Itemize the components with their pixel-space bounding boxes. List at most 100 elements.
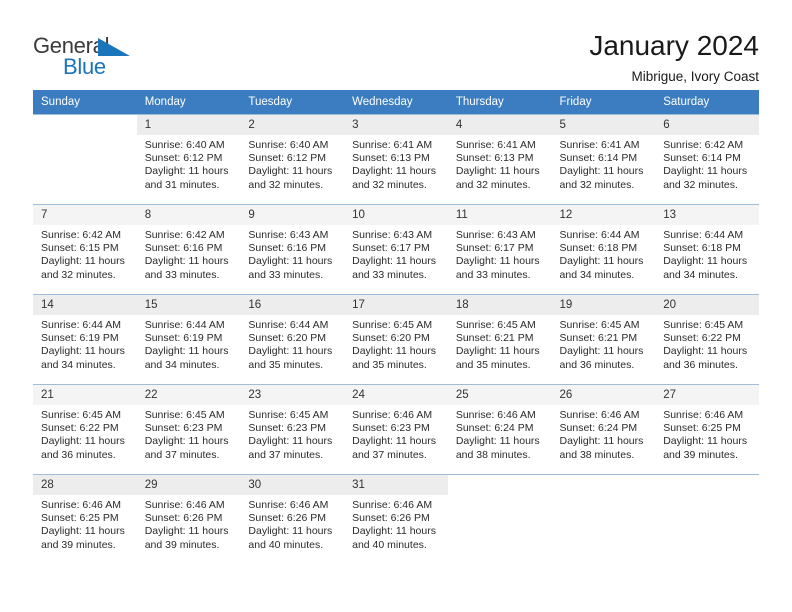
calendar-day-cell[interactable]: 30 Sunrise: 6:46 AM Sunset: 6:26 PM Dayligh… bbox=[240, 474, 345, 565]
calendar-day-cell[interactable]: 18 Sunrise: 6:45 AM Sunset: 6:21 PM Dayligh… bbox=[447, 294, 552, 385]
day-number: 25 bbox=[447, 385, 552, 405]
detail-line-sunrise: Sunrise: 6:45 AM bbox=[663, 319, 744, 331]
detail-line-sunset: Sunset: 6:16 PM bbox=[144, 242, 223, 255]
day-sun-details: Sunrise: 6:45 AM Sunset: 6:23 PM Daylight:… bbox=[240, 405, 344, 462]
day-cell-content: 8 Sunrise: 6:42 AM Sunset: 6:16 PM Daylight… bbox=[136, 205, 241, 294]
day-sun-details: Sunrise: 6:44 AM Sunset: 6:20 PM Daylight:… bbox=[240, 315, 344, 372]
day-sun-details: Sunrise: 6:42 AM Sunset: 6:16 PM Daylight:… bbox=[137, 225, 241, 282]
calendar-day-cell[interactable]: 31 Sunrise: 6:46 AM Sunset: 6:26 PM Dayligh… bbox=[344, 474, 448, 565]
day-sun-details: Sunrise: 6:41 AM Sunset: 6:14 PM Daylight:… bbox=[552, 135, 656, 192]
calendar-page: General Blue January 2024 Mibrigue, Ivor… bbox=[0, 0, 792, 612]
calendar-day-cell[interactable]: 26 Sunrise: 6:46 AM Sunset: 6:24 PM Dayligh… bbox=[551, 384, 656, 475]
detail-line-daylight2: and 37 minutes. bbox=[352, 448, 427, 461]
day-sun-details: Sunrise: 6:42 AM Sunset: 6:14 PM Daylight:… bbox=[655, 135, 759, 192]
detail-line-daylight1: Daylight: 11 hours bbox=[455, 165, 540, 178]
detail-line-sunset: Sunset: 6:19 PM bbox=[41, 332, 119, 345]
day-number: 1 bbox=[136, 115, 241, 135]
calendar-day-cell[interactable]: 6 Sunrise: 6:42 AM Sunset: 6:14 PM Daylight… bbox=[655, 114, 759, 205]
calendar-week-row: 1 Sunrise: 6:40 AM Sunset: 6:12 PM Daylight… bbox=[33, 114, 759, 205]
general-blue-logo[interactable]: General Blue bbox=[33, 28, 153, 78]
calendar-day-cell[interactable]: 9 Sunrise: 6:43 AM Sunset: 6:16 PM Daylight… bbox=[240, 204, 345, 295]
calendar-day-cell[interactable]: 23 Sunrise: 6:45 AM Sunset: 6:23 PM Dayligh… bbox=[240, 384, 345, 475]
calendar-day-cell[interactable]: 25 Sunrise: 6:46 AM Sunset: 6:24 PM Dayligh… bbox=[447, 384, 552, 475]
calendar-day-cell[interactable]: 15 Sunrise: 6:44 AM Sunset: 6:19 PM Dayligh… bbox=[136, 294, 241, 385]
detail-line-sunrise: Sunrise: 6:42 AM bbox=[663, 139, 744, 151]
calendar-day-cell[interactable]: 29 Sunrise: 6:46 AM Sunset: 6:26 PM Dayligh… bbox=[136, 474, 241, 565]
calendar-day-cell[interactable]: 14 Sunrise: 6:44 AM Sunset: 6:19 PM Dayligh… bbox=[33, 294, 137, 385]
detail-line-sunrise: Sunrise: 6:44 AM bbox=[248, 319, 329, 331]
calendar-day-cell[interactable]: 13 Sunrise: 6:44 AM Sunset: 6:18 PM Dayligh… bbox=[655, 204, 759, 295]
day-sun-details: Sunrise: 6:45 AM Sunset: 6:23 PM Daylight:… bbox=[137, 405, 241, 462]
detail-line-daylight1: Daylight: 11 hours bbox=[41, 345, 125, 358]
day-sun-details: Sunrise: 6:44 AM Sunset: 6:18 PM Daylight:… bbox=[552, 225, 656, 282]
detail-line-daylight2: and 32 minutes. bbox=[559, 178, 635, 191]
detail-line-sunrise: Sunrise: 6:44 AM bbox=[559, 229, 640, 241]
calendar-day-cell[interactable]: 4 Sunrise: 6:41 AM Sunset: 6:13 PM Daylight… bbox=[447, 114, 552, 205]
detail-line-daylight1: Daylight: 11 hours bbox=[559, 435, 644, 448]
detail-line-daylight1: Daylight: 11 hours bbox=[352, 255, 436, 268]
day-sun-details: Sunrise: 6:45 AM Sunset: 6:21 PM Daylight:… bbox=[552, 315, 656, 372]
detail-line-sunrise: Sunrise: 6:42 AM bbox=[41, 229, 121, 241]
detail-line-daylight2: and 34 minutes. bbox=[663, 268, 738, 281]
detail-line-sunset: Sunset: 6:18 PM bbox=[559, 242, 638, 255]
calendar-day-cell[interactable]: 17 Sunrise: 6:45 AM Sunset: 6:20 PM Dayligh… bbox=[344, 294, 448, 385]
calendar-day-cell[interactable]: 20 Sunrise: 6:45 AM Sunset: 6:22 PM Dayligh… bbox=[655, 294, 759, 385]
weekday-header-monday: Monday bbox=[136, 90, 241, 115]
day-sun-details: Sunrise: 6:46 AM Sunset: 6:26 PM Daylight:… bbox=[344, 495, 448, 552]
detail-line-daylight2: and 37 minutes. bbox=[248, 448, 324, 461]
day-sun-details: Sunrise: 6:45 AM Sunset: 6:20 PM Daylight:… bbox=[344, 315, 448, 372]
empty-cell-placeholder bbox=[448, 475, 552, 565]
detail-line-daylight1: Daylight: 11 hours bbox=[455, 435, 540, 448]
detail-line-daylight2: and 34 minutes. bbox=[41, 358, 116, 371]
calendar-day-cell[interactable]: 2 Sunrise: 6:40 AM Sunset: 6:12 PM Daylight… bbox=[240, 114, 345, 205]
calendar-day-cell[interactable]: 21 Sunrise: 6:45 AM Sunset: 6:22 PM Dayligh… bbox=[33, 384, 137, 475]
day-sun-details: Sunrise: 6:41 AM Sunset: 6:13 PM Daylight:… bbox=[448, 135, 552, 192]
calendar-day-cell[interactable]: 27 Sunrise: 6:46 AM Sunset: 6:25 PM Dayligh… bbox=[655, 384, 759, 475]
detail-line-sunset: Sunset: 6:20 PM bbox=[352, 332, 430, 345]
detail-line-daylight2: and 32 minutes. bbox=[663, 178, 738, 191]
detail-line-daylight2: and 32 minutes. bbox=[41, 268, 116, 281]
day-cell-content: 26 Sunrise: 6:46 AM Sunset: 6:24 PM Dayligh… bbox=[551, 385, 656, 474]
day-number: 8 bbox=[136, 205, 241, 225]
detail-line-daylight1: Daylight: 11 hours bbox=[663, 165, 748, 178]
calendar-day-cell[interactable]: 19 Sunrise: 6:45 AM Sunset: 6:21 PM Dayligh… bbox=[551, 294, 656, 385]
detail-line-daylight1: Daylight: 11 hours bbox=[41, 525, 125, 538]
detail-line-daylight1: Daylight: 11 hours bbox=[248, 255, 333, 268]
calendar-day-cell[interactable]: 3 Sunrise: 6:41 AM Sunset: 6:13 PM Daylight… bbox=[344, 114, 448, 205]
detail-line-daylight2: and 39 minutes. bbox=[663, 448, 738, 461]
day-sun-details: Sunrise: 6:41 AM Sunset: 6:13 PM Daylight:… bbox=[344, 135, 448, 192]
day-sun-details: Sunrise: 6:46 AM Sunset: 6:26 PM Daylight:… bbox=[137, 495, 241, 552]
detail-line-sunrise: Sunrise: 6:45 AM bbox=[559, 319, 640, 331]
calendar-day-cell[interactable]: 16 Sunrise: 6:44 AM Sunset: 6:20 PM Dayligh… bbox=[240, 294, 345, 385]
day-number: 16 bbox=[240, 295, 345, 315]
day-number: 23 bbox=[240, 385, 345, 405]
day-cell-content: 25 Sunrise: 6:46 AM Sunset: 6:24 PM Dayligh… bbox=[447, 385, 552, 474]
detail-line-sunset: Sunset: 6:25 PM bbox=[663, 422, 741, 435]
detail-line-daylight2: and 34 minutes. bbox=[559, 268, 635, 281]
calendar-day-cell[interactable]: 28 Sunrise: 6:46 AM Sunset: 6:25 PM Dayligh… bbox=[33, 474, 137, 565]
calendar-day-cell[interactable]: 24 Sunrise: 6:46 AM Sunset: 6:23 PM Dayligh… bbox=[344, 384, 448, 475]
day-number: 13 bbox=[655, 205, 759, 225]
day-cell-content: 6 Sunrise: 6:42 AM Sunset: 6:14 PM Daylight… bbox=[655, 115, 759, 204]
calendar-day-cell[interactable]: 11 Sunrise: 6:43 AM Sunset: 6:17 PM Dayligh… bbox=[447, 204, 552, 295]
day-cell-content: 18 Sunrise: 6:45 AM Sunset: 6:21 PM Dayligh… bbox=[447, 295, 552, 384]
calendar-week-row: 7 Sunrise: 6:42 AM Sunset: 6:15 PM Daylight… bbox=[33, 204, 759, 295]
calendar-day-cell[interactable]: 8 Sunrise: 6:42 AM Sunset: 6:16 PM Daylight… bbox=[136, 204, 241, 295]
calendar-day-cell[interactable]: 22 Sunrise: 6:45 AM Sunset: 6:23 PM Dayligh… bbox=[136, 384, 241, 475]
day-number: 26 bbox=[551, 385, 656, 405]
day-number: 20 bbox=[655, 295, 759, 315]
detail-line-daylight2: and 35 minutes. bbox=[352, 358, 427, 371]
calendar-day-cell[interactable]: 12 Sunrise: 6:44 AM Sunset: 6:18 PM Dayligh… bbox=[551, 204, 656, 295]
calendar-day-cell[interactable]: 10 Sunrise: 6:43 AM Sunset: 6:17 PM Dayligh… bbox=[344, 204, 448, 295]
day-number: 5 bbox=[551, 115, 656, 135]
page-title: January 2024 bbox=[589, 30, 759, 61]
calendar-day-cell[interactable]: 5 Sunrise: 6:41 AM Sunset: 6:14 PM Daylight… bbox=[551, 114, 656, 205]
detail-line-daylight2: and 39 minutes. bbox=[41, 538, 116, 551]
calendar-day-cell[interactable]: 1 Sunrise: 6:40 AM Sunset: 6:12 PM Daylight… bbox=[136, 114, 241, 205]
calendar-day-cell[interactable]: 7 Sunrise: 6:42 AM Sunset: 6:15 PM Daylight… bbox=[33, 204, 137, 295]
detail-line-daylight2: and 34 minutes. bbox=[144, 358, 220, 371]
detail-line-sunrise: Sunrise: 6:44 AM bbox=[663, 229, 744, 241]
detail-line-sunset: Sunset: 6:21 PM bbox=[559, 332, 638, 345]
day-sun-details: Sunrise: 6:40 AM Sunset: 6:12 PM Daylight:… bbox=[137, 135, 241, 192]
detail-line-sunrise: Sunrise: 6:43 AM bbox=[455, 229, 536, 241]
